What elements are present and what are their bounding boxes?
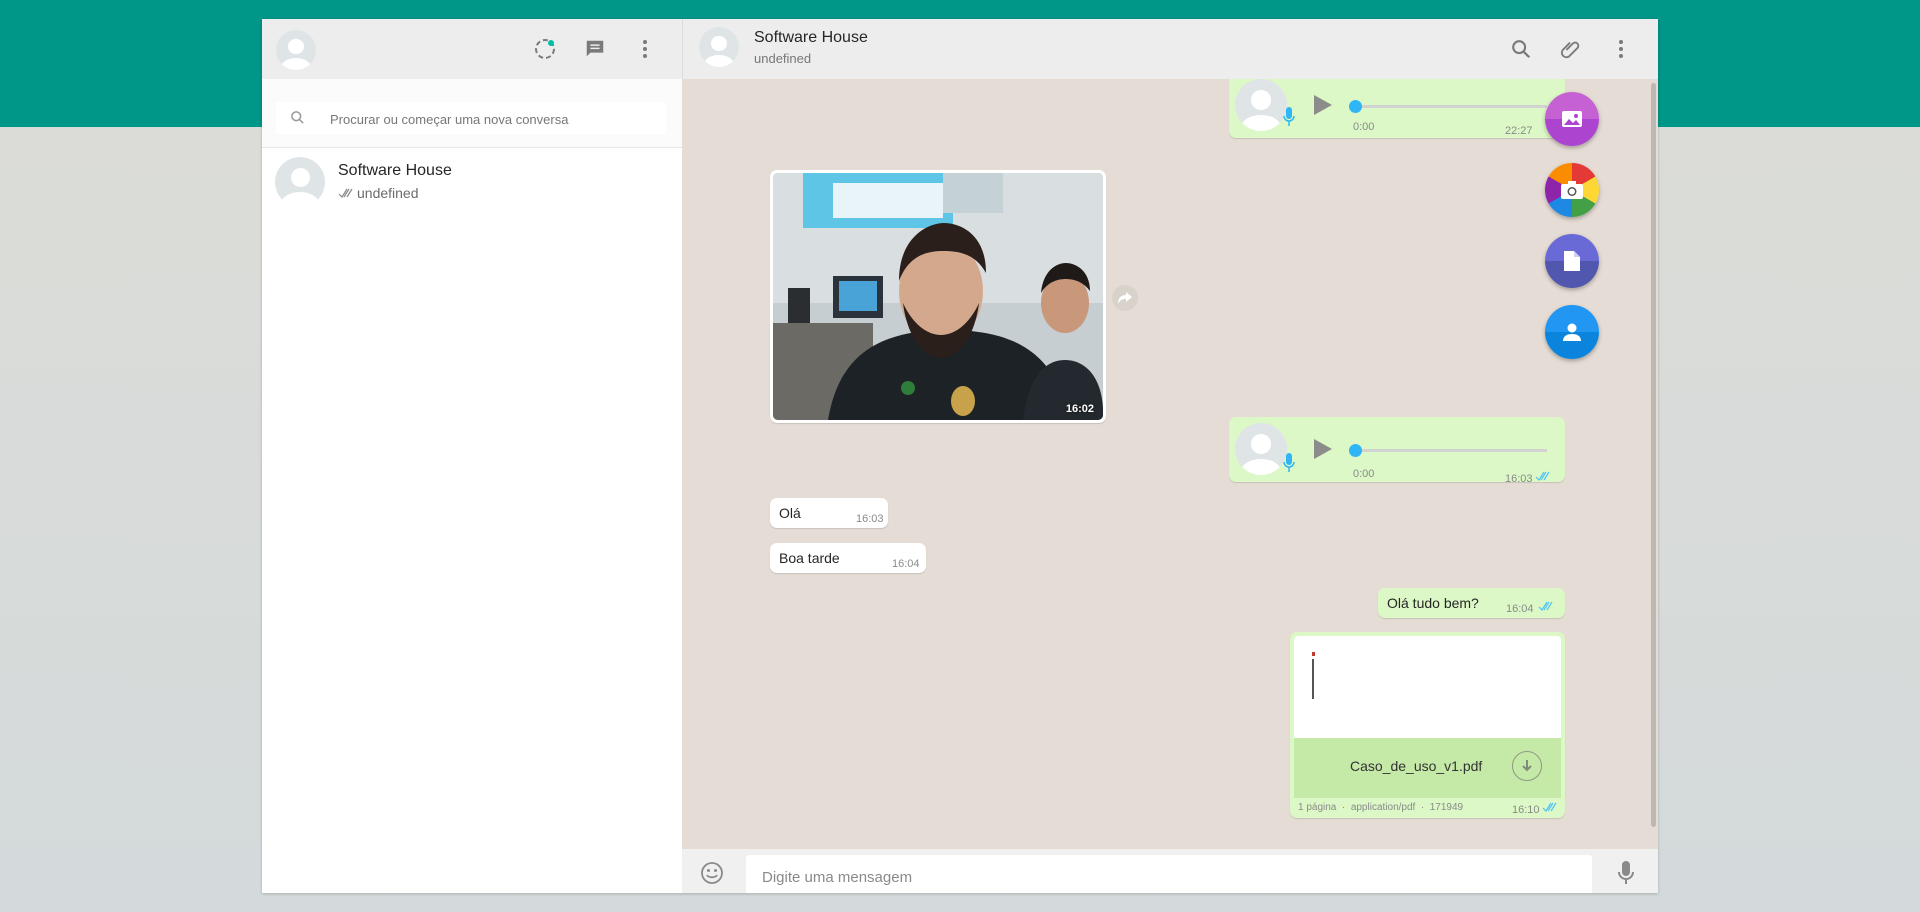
- microphone-icon: [1618, 861, 1634, 884]
- attach-gallery-button[interactable]: [1545, 92, 1599, 146]
- menu-icon[interactable]: [1606, 34, 1636, 64]
- status-icon[interactable]: [530, 34, 560, 64]
- forward-icon: [1118, 292, 1132, 304]
- audio-message: 0:00 22:27: [1229, 79, 1565, 138]
- play-icon[interactable]: [1313, 438, 1333, 460]
- message-time: 16:04: [892, 558, 920, 570]
- audio-avatar: [1235, 79, 1287, 131]
- audio-progress-handle[interactable]: [1349, 100, 1362, 113]
- play-icon[interactable]: [1313, 94, 1333, 116]
- message-text: Olá: [779, 505, 801, 521]
- double-check-icon: [338, 188, 353, 198]
- audio-progress-handle[interactable]: [1349, 444, 1362, 457]
- search-input[interactable]: [328, 102, 652, 136]
- chat-list-item[interactable]: Software House undefined: [262, 147, 682, 219]
- new-chat-icon[interactable]: [580, 34, 610, 64]
- search-icon: [290, 110, 305, 130]
- attach-icon[interactable]: [1556, 34, 1586, 64]
- document-filename: Caso_de_uso_v1.pdf: [1350, 758, 1483, 774]
- audio-progress-track[interactable]: [1353, 449, 1547, 452]
- photo[interactable]: [773, 173, 1103, 420]
- chat-last-message: undefined: [338, 185, 419, 201]
- incoming-message: Boa tarde 16:04: [770, 543, 926, 573]
- scrollbar[interactable]: [1651, 83, 1656, 827]
- sidebar-header: [262, 19, 682, 79]
- chat-name: Software House: [338, 162, 452, 179]
- attach-contact-button[interactable]: [1545, 305, 1599, 359]
- document-preview[interactable]: [1294, 636, 1561, 738]
- attach-document-button[interactable]: [1545, 234, 1599, 288]
- voice-record-button[interactable]: [1618, 861, 1642, 887]
- download-icon: [1522, 760, 1532, 772]
- document-meta: 1 página · application/pdf · 171949: [1298, 802, 1464, 813]
- menu-icon[interactable]: [630, 34, 660, 64]
- message-input[interactable]: [760, 855, 1574, 893]
- document-info-bar[interactable]: Caso_de_uso_v1.pdf: [1294, 738, 1561, 798]
- mic-icon: [1283, 453, 1295, 472]
- document-icon: [1564, 251, 1580, 271]
- search-box: [276, 102, 666, 136]
- sidebar: Software House undefined: [262, 19, 683, 893]
- audio-duration: 0:00: [1353, 121, 1375, 133]
- search-icon[interactable]: [1506, 34, 1536, 64]
- conversation-header: Software House undefined: [682, 19, 1658, 79]
- image-message[interactable]: 16:02: [770, 170, 1106, 423]
- message-time: 16:10: [1512, 804, 1540, 816]
- contact-icon: [1563, 323, 1581, 341]
- emoji-button[interactable]: [700, 861, 726, 887]
- audio-message: 0:00 16:03: [1229, 417, 1565, 485]
- read-ticks-icon: [1538, 601, 1553, 611]
- outgoing-message: Olá tudo bem? 16:04: [1378, 588, 1565, 618]
- message-text: Olá tudo bem?: [1387, 595, 1479, 611]
- conversation-avatar[interactable]: [699, 27, 739, 67]
- audio-duration: 0:00: [1353, 468, 1375, 480]
- message-list[interactable]: 0:00 22:27 16:02 0:00 16:03 Olá 16:03 Bo…: [682, 79, 1658, 849]
- composer-bar: [682, 849, 1658, 893]
- attach-camera-button[interactable]: [1545, 163, 1599, 217]
- chat-avatar: [275, 157, 325, 207]
- message-time: 16:03: [1505, 473, 1533, 485]
- emoji-icon: [701, 862, 723, 884]
- read-ticks-icon: [1542, 802, 1557, 812]
- message-text: Boa tarde: [779, 550, 840, 566]
- incoming-message: Olá 16:03: [770, 498, 888, 528]
- message-time: 16:03: [856, 513, 884, 525]
- message-time: 22:27: [1505, 125, 1533, 137]
- search-bar: [262, 79, 682, 148]
- download-button[interactable]: [1512, 751, 1542, 781]
- conversation-panel: Software House undefined 0:00 22:27 16:0…: [682, 19, 1658, 893]
- conversation-status: undefined: [754, 51, 812, 66]
- message-input-box: [746, 855, 1592, 893]
- camera-icon: [1561, 181, 1583, 199]
- audio-avatar: [1235, 423, 1287, 475]
- chat-status-text: undefined: [357, 185, 419, 201]
- image-time: 16:02: [1065, 403, 1094, 415]
- app-window: Software House undefined Software House …: [262, 19, 1658, 893]
- conversation-name[interactable]: Software House: [754, 29, 868, 47]
- read-ticks-icon: [1535, 471, 1550, 481]
- message-time: 16:04: [1506, 603, 1534, 615]
- mic-icon: [1283, 107, 1295, 126]
- forward-button[interactable]: [1112, 285, 1138, 311]
- profile-avatar[interactable]: [276, 30, 316, 70]
- document-message: Caso_de_uso_v1.pdf 1 página · applicatio…: [1290, 632, 1565, 818]
- audio-progress-track[interactable]: [1353, 105, 1547, 108]
- gallery-icon: [1562, 111, 1582, 127]
